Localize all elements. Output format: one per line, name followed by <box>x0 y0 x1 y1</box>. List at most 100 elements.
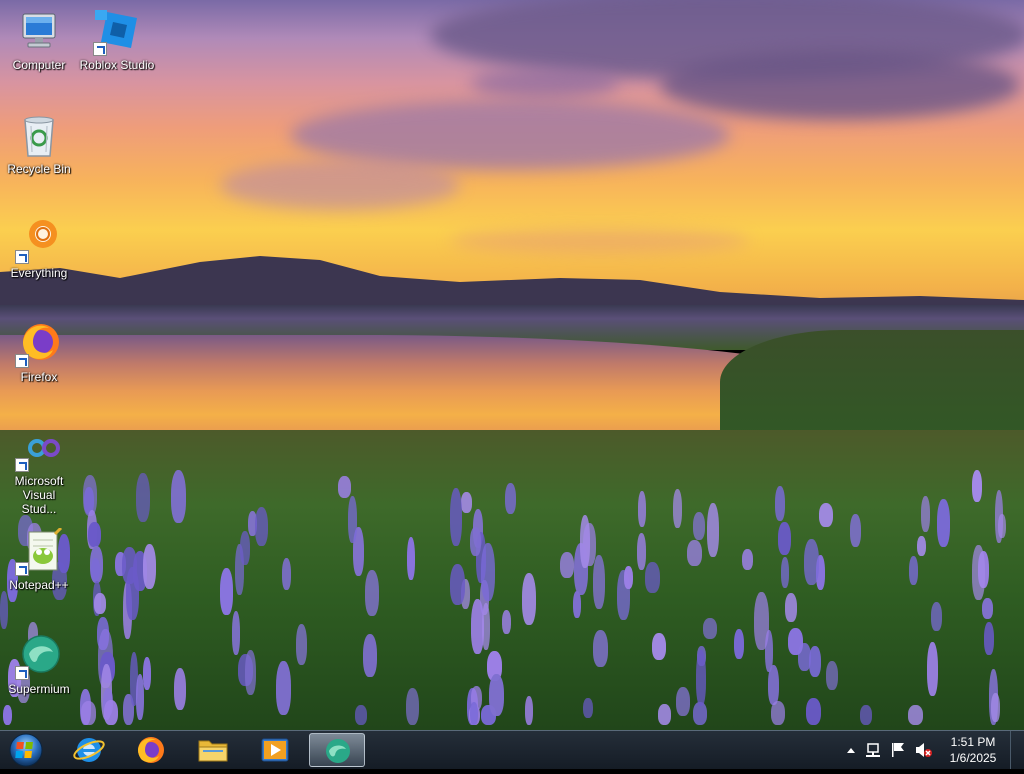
wallpaper-flower <box>122 547 137 584</box>
wallpaper-flower <box>652 633 666 660</box>
roblox-studio-icon <box>93 8 141 56</box>
shortcut-arrow-icon <box>15 458 29 472</box>
wallpaper-flower <box>3 705 12 725</box>
wallpaper-flower <box>407 537 415 580</box>
taskbar-supermium[interactable] <box>309 733 365 767</box>
wallpaper-flower <box>696 650 706 706</box>
wallpaper-flower <box>450 488 462 546</box>
wallpaper-flower <box>768 665 779 705</box>
taskbar-clock[interactable]: 1:51 PM 1/6/2025 <box>938 734 1008 766</box>
network-icon[interactable] <box>866 743 880 757</box>
desktop-icon-label: Everything <box>10 266 68 280</box>
wallpaper-flower <box>806 698 821 725</box>
notepad-plus-plus-icon <box>15 526 63 576</box>
taskbar-firefox[interactable] <box>123 733 179 767</box>
wallpaper-flower <box>282 558 291 590</box>
wallpaper-flower <box>470 527 481 556</box>
media-player-icon <box>261 738 289 762</box>
wallpaper-flower <box>470 702 478 725</box>
wallpaper-flower <box>788 628 803 655</box>
wallpaper-flower <box>742 549 753 570</box>
wallpaper-flower <box>785 593 797 622</box>
wallpaper-flower <box>171 470 186 523</box>
wallpaper-flower <box>703 618 717 639</box>
wallpaper-flower <box>921 496 930 532</box>
wallpaper-flower <box>972 545 985 600</box>
wallpaper-flower <box>593 630 608 667</box>
wallpaper-flower <box>860 705 872 725</box>
firefox-icon <box>15 320 63 368</box>
desktop-icon-notepad-plus-plus[interactable]: Notepad++ <box>0 526 78 592</box>
wallpaper-flower <box>525 696 533 725</box>
wallpaper-flower <box>917 536 926 556</box>
wallpaper-flower <box>0 591 8 629</box>
desktop-icon-firefox[interactable]: Firefox <box>0 320 78 384</box>
wallpaper-flower <box>909 556 918 585</box>
wallpaper-flower <box>240 531 250 565</box>
desktop-icon-recycle-bin[interactable]: Recycle Bin <box>0 112 78 176</box>
wallpaper-flower <box>143 544 156 589</box>
action-center-flag-icon[interactable] <box>892 743 904 757</box>
desktop-icon-label: Roblox Studio <box>79 58 155 72</box>
wallpaper-flower <box>819 503 833 527</box>
desktop-icon-label: Computer <box>12 58 66 72</box>
show-desktop-button[interactable] <box>1010 731 1024 769</box>
wallpaper-flower <box>365 570 379 616</box>
desktop-icon-label: Firefox <box>20 370 58 384</box>
wallpaper-flower <box>804 539 819 585</box>
folder-icon <box>198 740 228 762</box>
wallpaper-flower <box>676 687 690 716</box>
wallpaper-flower <box>461 492 472 513</box>
wallpaper-flower <box>593 555 605 609</box>
wallpaper-flower <box>826 661 838 690</box>
recycle-bin-icon <box>15 112 63 160</box>
wallpaper-flower <box>255 507 268 546</box>
wallpaper-flower <box>754 592 769 650</box>
wallpaper-flower <box>482 603 490 650</box>
wallpaper-flower <box>296 624 307 665</box>
supermium-icon <box>15 632 63 680</box>
wallpaper-flower <box>937 499 950 547</box>
taskbar-file-explorer[interactable] <box>185 733 241 767</box>
taskbar-internet-explorer[interactable] <box>61 733 117 767</box>
desktop-icon-visual-studio[interactable]: Microsoft Visual Stud... <box>0 424 78 516</box>
wallpaper-flower <box>637 533 646 570</box>
wallpaper-flower <box>707 503 719 557</box>
shortcut-arrow-icon <box>15 562 29 576</box>
clock-time: 1:51 PM <box>950 735 996 749</box>
shortcut-arrow-icon <box>15 354 29 368</box>
wallpaper-flower <box>972 470 982 502</box>
wallpaper-flower <box>81 701 96 725</box>
system-tray <box>840 731 940 769</box>
clock-date: 1/6/2025 <box>949 751 997 765</box>
wallpaper-flower <box>984 622 994 655</box>
show-hidden-icons-chevron[interactable] <box>847 748 855 753</box>
wallpaper-flower <box>88 522 101 547</box>
wallpaper-flower <box>245 650 256 695</box>
wallpaper-flower <box>998 514 1006 538</box>
desktop-icon-supermium[interactable]: Supermium <box>0 632 78 696</box>
wallpaper-flower <box>522 573 536 625</box>
wallpaper-flower <box>580 515 590 568</box>
computer-icon <box>15 8 63 56</box>
shortcut-arrow-icon <box>93 42 107 56</box>
wallpaper-flower <box>220 568 233 615</box>
desktop-icon-computer[interactable]: Computer <box>0 8 78 72</box>
wallpaper-flower <box>560 552 574 578</box>
start-button[interactable] <box>6 732 46 768</box>
wallpaper-flower <box>927 642 938 696</box>
desktop-icon-label: Supermium <box>8 682 70 696</box>
volume-muted-icon[interactable] <box>916 743 932 757</box>
internet-explorer-icon <box>73 738 105 762</box>
wallpaper-flower <box>624 566 633 589</box>
wallpaper-flower <box>338 476 351 498</box>
shortcut-arrow-icon <box>15 666 29 680</box>
wallpaper-flower <box>771 701 785 725</box>
wallpaper-flower <box>850 514 861 547</box>
wallpaper-flower <box>734 629 744 659</box>
desktop-icon-everything[interactable]: Everything <box>0 216 78 280</box>
wallpaper-flower <box>143 657 151 690</box>
taskbar-media-player[interactable] <box>247 733 303 767</box>
firefox-icon <box>138 737 164 763</box>
desktop-icon-roblox-studio[interactable]: Roblox Studio <box>78 8 156 72</box>
